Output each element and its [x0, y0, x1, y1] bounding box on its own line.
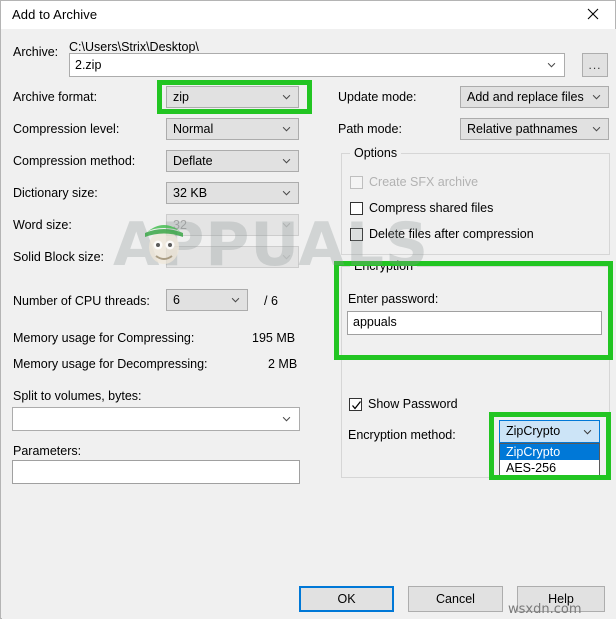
chevron-down-icon [592, 126, 601, 132]
chevron-down-icon [282, 416, 291, 422]
enter-password-label: Enter password: [348, 292, 439, 306]
memory-decompressing-value: 2 MB [268, 357, 298, 371]
cpu-threads-total: / 6 [264, 294, 278, 308]
password-value: appuals [353, 315, 397, 329]
cpu-threads-combo[interactable]: 6 [166, 289, 248, 311]
encryption-method-value: ZipCrypto [506, 424, 561, 438]
chevron-down-icon [583, 429, 592, 435]
delete-files-after-compression-label: Delete files after compression [369, 227, 534, 241]
word-size-value: 32 [173, 218, 187, 232]
password-input[interactable]: appuals [347, 311, 602, 335]
title-bar: Add to Archive [1, 1, 615, 29]
chevron-down-icon [231, 297, 240, 303]
cpu-threads-label: Number of CPU threads: [13, 294, 150, 308]
word-size-combo: 32 [166, 214, 299, 236]
split-volumes-label: Split to volumes, bytes: [13, 389, 142, 403]
page-title: Add to Archive [12, 7, 98, 22]
path-mode-combo[interactable]: Relative pathnames [460, 118, 609, 140]
archive-path-text: C:\Users\Strix\Desktop\ [69, 40, 199, 54]
options-group-legend: Options [350, 146, 402, 160]
path-mode-value: Relative pathnames [467, 122, 578, 136]
cancel-button[interactable]: Cancel [408, 586, 503, 612]
checkbox-box [349, 398, 362, 411]
close-icon[interactable] [570, 1, 615, 27]
chevron-down-icon [282, 126, 291, 132]
cpu-threads-value: 6 [173, 293, 180, 307]
encryption-method-label: Encryption method: [348, 428, 456, 442]
chevron-down-icon [282, 94, 291, 100]
compress-shared-files-label: Compress shared files [369, 201, 494, 215]
checkbox-box [350, 176, 363, 189]
memory-decompressing-label: Memory usage for Decompressing: [13, 357, 208, 371]
add-to-archive-dialog: Add to Archive Archive: C:\Users\Strix\D… [0, 0, 616, 619]
dialog-body: Archive: C:\Users\Strix\Desktop\ 2.zip .… [2, 29, 616, 619]
compression-level-combo[interactable]: Normal [166, 118, 299, 140]
chevron-down-icon [282, 190, 291, 196]
memory-compressing-value: 195 MB [252, 331, 296, 345]
update-mode-label: Update mode: [338, 90, 417, 104]
encryption-method-combo[interactable]: ZipCrypto [499, 420, 600, 443]
update-mode-combo[interactable]: Add and replace files [460, 86, 609, 108]
show-password-label: Show Password [368, 397, 458, 411]
compression-level-label: Compression level: [13, 122, 120, 136]
memory-compressing-label: Memory usage for Compressing: [13, 331, 195, 345]
archive-format-value: zip [173, 90, 189, 104]
split-volumes-combo[interactable] [12, 407, 300, 431]
dropdown-option-zipcrypto[interactable]: ZipCrypto [500, 444, 599, 460]
compression-method-combo[interactable]: Deflate [166, 150, 299, 172]
archive-name-combo[interactable]: 2.zip [69, 53, 565, 77]
archive-format-label: Archive format: [13, 90, 98, 104]
dictionary-size-combo[interactable]: 32 KB [166, 182, 299, 204]
chevron-down-icon [282, 254, 291, 260]
ok-button[interactable]: OK [299, 586, 394, 612]
solid-block-size-label: Solid Block size: [13, 250, 105, 264]
dictionary-size-label: Dictionary size: [13, 186, 98, 200]
dictionary-size-value: 32 KB [173, 186, 208, 200]
parameters-input[interactable] [12, 460, 300, 484]
browse-button[interactable]: ... [582, 53, 608, 77]
update-mode-value: Add and replace files [467, 90, 584, 104]
checkbox-box [350, 202, 363, 215]
compression-method-label: Compression method: [13, 154, 136, 168]
solid-block-size-combo [166, 246, 299, 268]
dropdown-option-aes256[interactable]: AES-256 [500, 460, 599, 476]
help-button[interactable]: Help [517, 586, 605, 612]
compression-method-value: Deflate [173, 154, 213, 168]
archive-name-value: 2.zip [75, 58, 102, 72]
create-sfx-archive-label: Create SFX archive [369, 175, 479, 189]
encryption-method-dropdown-list[interactable]: ZipCrypto AES-256 [499, 443, 600, 477]
chevron-down-icon [282, 222, 291, 228]
compression-level-value: Normal [173, 122, 214, 136]
encryption-group-legend: Encryption [350, 259, 418, 273]
chevron-down-icon [592, 94, 601, 100]
archive-format-combo[interactable]: zip [166, 86, 299, 108]
parameters-label: Parameters: [13, 444, 82, 458]
chevron-down-icon [547, 62, 556, 68]
path-mode-label: Path mode: [338, 122, 402, 136]
archive-label: Archive: [13, 45, 59, 59]
word-size-label: Word size: [13, 218, 72, 232]
chevron-down-icon [282, 158, 291, 164]
checkbox-box [350, 228, 363, 241]
